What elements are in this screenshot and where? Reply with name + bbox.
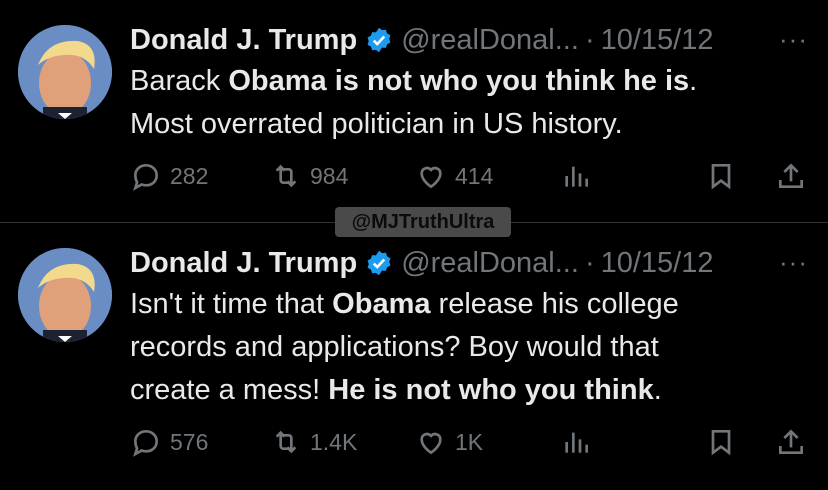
reply-button[interactable]: 282 (130, 160, 208, 192)
bookmark-button[interactable] (705, 426, 737, 458)
tweet-header: Donald J. Trump @realDonal... · 10/15/12 (130, 245, 714, 281)
share-button[interactable] (775, 426, 807, 458)
tweet-text-bold: He is not who you think (328, 374, 654, 406)
tweet-actions: 576 1.4K 1K (130, 426, 808, 466)
tweet-text-part: Most overrated politician in US history. (130, 108, 623, 140)
tweet-text: Isn't it time that Obama release his col… (130, 283, 810, 412)
share-button[interactable] (775, 160, 807, 192)
tweet-text-part: create a mess! (130, 374, 329, 406)
retweet-button[interactable]: 1.4K (270, 426, 357, 458)
bookmark-icon (711, 164, 731, 190)
retweet-button[interactable]: 984 (270, 160, 348, 192)
share-icon (779, 163, 803, 188)
tweet-date[interactable]: 10/15/12 (601, 24, 714, 57)
tweet-text-part: Isn't it time that (130, 288, 333, 320)
separator-dot: · (584, 23, 595, 56)
avatar-image (18, 248, 112, 342)
tweet[interactable]: Donald J. Trump @realDonal... · 10/15/12… (0, 0, 828, 223)
reply-count: 576 (170, 428, 209, 455)
tweet-text: Barack Obama is not who you think he is.… (130, 60, 810, 146)
like-button[interactable]: 414 (415, 160, 493, 192)
retweet-count: 1.4K (310, 428, 358, 455)
tweet-text-part: . (653, 374, 662, 406)
tweet-text-part: release his college (430, 288, 679, 320)
reply-count: 282 (170, 162, 209, 189)
tweet-text-part: Barack (130, 65, 229, 97)
tweet-text-bold: Obama is not who you think he is (228, 65, 690, 97)
tweet-text-bold: Obama (332, 288, 431, 320)
bookmark-button[interactable] (705, 160, 737, 192)
avatar-image (18, 25, 112, 119)
tweet-actions: 282 984 414 (130, 160, 808, 200)
reply-icon (133, 429, 159, 457)
retweet-count: 984 (310, 162, 349, 189)
like-count: 414 (455, 162, 494, 189)
author-handle[interactable]: @realDonal... (401, 24, 579, 57)
avatar[interactable] (18, 248, 112, 342)
tweet[interactable]: Donald J. Trump @realDonal... · 10/15/12… (0, 223, 828, 490)
views-icon (565, 166, 588, 187)
author-name[interactable]: Donald J. Trump (130, 247, 357, 280)
verified-badge-icon (367, 27, 391, 53)
bookmark-icon (711, 430, 731, 456)
tweet-date[interactable]: 10/15/12 (601, 247, 714, 280)
more-icon[interactable]: ··· (779, 24, 808, 55)
tweet-header: Donald J. Trump @realDonal... · 10/15/12 (130, 22, 714, 58)
views-icon (565, 432, 588, 453)
like-count: 1K (455, 428, 484, 455)
reply-icon (133, 163, 159, 191)
author-name[interactable]: Donald J. Trump (130, 24, 357, 57)
avatar[interactable] (18, 25, 112, 119)
views-button[interactable] (560, 160, 592, 192)
tweet-text-part: records and applications? Boy would that (130, 331, 659, 363)
share-icon (779, 429, 803, 454)
separator-dot: · (584, 246, 595, 279)
retweet-icon (275, 164, 297, 188)
reply-button[interactable]: 576 (130, 426, 208, 458)
tweet-text-part: . (689, 65, 698, 97)
verified-badge-icon (367, 250, 391, 276)
like-icon (420, 432, 442, 455)
views-button[interactable] (560, 426, 592, 458)
like-button[interactable]: 1K (415, 426, 483, 458)
author-handle[interactable]: @realDonal... (401, 247, 579, 280)
like-icon (420, 166, 442, 189)
retweet-icon (275, 430, 297, 454)
more-icon[interactable]: ··· (779, 247, 808, 278)
